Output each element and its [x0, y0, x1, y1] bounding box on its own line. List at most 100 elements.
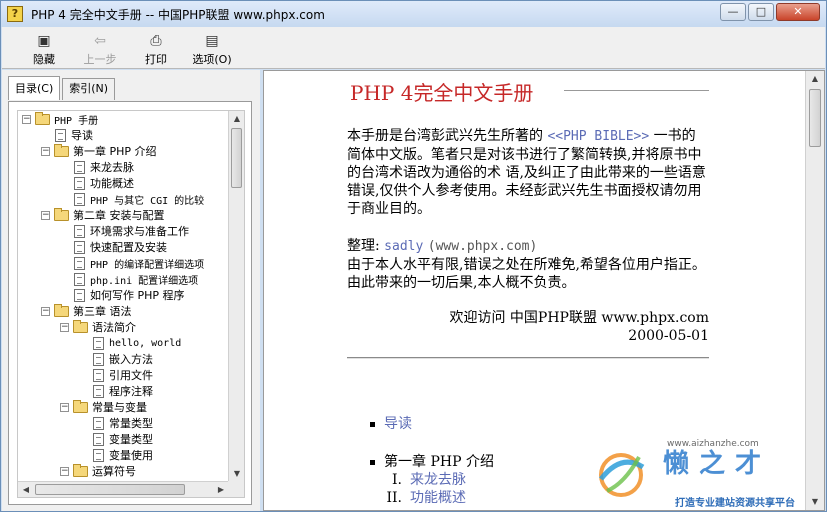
horizontal-scroll-thumb[interactable] — [35, 484, 185, 495]
tree-item-label: hello, world — [109, 337, 182, 349]
nav-tabs: 目录(C) 索引(N) — [8, 76, 117, 100]
collapse-icon[interactable]: − — [60, 466, 69, 476]
content-scroll-thumb[interactable] — [809, 89, 821, 147]
scroll-down-icon[interactable]: ▼ — [229, 466, 244, 482]
toc-numeral: I. — [392, 472, 402, 488]
editor-label: 整理: — [347, 238, 385, 254]
tree-item-label: 第一章 PHP 介绍 — [73, 145, 157, 158]
table-of-contents: 导读 第一章 PHP 介绍 I. 来龙去脉 II. 功能概述 — [370, 415, 494, 507]
tree-page-item[interactable]: 变量类型 — [18, 431, 229, 447]
watermark-logo-icon — [599, 453, 645, 497]
tree-vertical-scrollbar[interactable]: ▲ ▼ — [228, 111, 244, 482]
editor-site: (www.phpx.com) — [427, 239, 538, 254]
options-icon: ▤ — [205, 33, 219, 49]
tree-page-item[interactable]: 来龙去脉 — [18, 159, 229, 175]
tree-page-item[interactable]: PHP 与其它 CGI 的比较 — [18, 191, 229, 207]
toc-chapter1-label: 第一章 PHP 介绍 — [384, 454, 494, 470]
page-icon — [74, 240, 85, 254]
scroll-corner — [228, 481, 244, 497]
tree-page-item[interactable]: 程序注释 — [18, 383, 229, 399]
collapse-icon[interactable]: − — [41, 146, 50, 156]
print-button[interactable]: ⎙ 打印 — [128, 27, 184, 67]
folder-open-icon — [54, 207, 69, 221]
php-bible-link[interactable]: <<PHP BIBLE>> — [547, 129, 649, 144]
tree-page-item[interactable]: 常量类型 — [18, 415, 229, 431]
tree-folder-item[interactable]: − PHP 手册 — [18, 111, 229, 127]
hide-button[interactable]: ▣ 隐藏 — [16, 27, 72, 67]
tree-item-label: 嵌入方法 — [109, 353, 153, 366]
tree-folder-item[interactable]: − 第二章 安装与配置 — [18, 207, 229, 223]
minimize-icon[interactable]: — — [720, 3, 746, 21]
back-arrow-icon: ⇦ — [94, 33, 106, 49]
scroll-right-icon[interactable]: ▶ — [213, 482, 229, 497]
tree-folder-item[interactable]: − 运算符号 — [18, 463, 229, 479]
close-icon[interactable]: ✕ — [776, 3, 820, 21]
collapse-icon[interactable]: − — [60, 402, 69, 412]
scroll-thumb[interactable] — [231, 128, 242, 188]
tree-page-item[interactable]: hello, world — [18, 335, 229, 351]
scroll-up-icon[interactable]: ▲ — [807, 71, 823, 87]
scroll-up-icon[interactable]: ▲ — [229, 111, 244, 127]
tree-page-item[interactable]: 变量使用 — [18, 447, 229, 463]
collapse-icon[interactable]: − — [60, 322, 69, 332]
tree-folder-item[interactable]: − 第三章 语法 — [18, 303, 229, 319]
toc-subitem: II. 功能概述 — [370, 489, 494, 507]
collapse-icon[interactable]: − — [41, 306, 50, 316]
tree-folder-item[interactable]: − 第一章 PHP 介绍 — [18, 143, 229, 159]
publish-date: 2000-05-01 — [628, 328, 709, 344]
section-divider — [347, 357, 709, 359]
tree-page-item[interactable]: 环境需求与准备工作 — [18, 223, 229, 239]
page-icon — [74, 272, 85, 286]
collapse-icon[interactable]: − — [22, 114, 31, 124]
toc-link-intro[interactable]: 导读 — [384, 415, 412, 433]
tree-item-label: 导读 — [71, 129, 93, 142]
tree-folder-item[interactable]: − 常量与变量 — [18, 399, 229, 415]
toc-link-origin[interactable]: 来龙去脉 — [410, 471, 466, 489]
maximize-icon[interactable]: □ — [748, 3, 774, 21]
title-bar[interactable]: ? PHP 4 完全中文手册 -- 中国PHP联盟 www.phpx.com —… — [1, 1, 826, 27]
page-icon — [93, 368, 104, 382]
page-icon — [93, 336, 104, 350]
tree-item-label: 如何写作 PHP 程序 — [90, 289, 185, 302]
bullet-icon — [370, 421, 375, 427]
visit-line: 欢迎访问 中国PHP联盟 www.phpx.com — [449, 310, 709, 326]
tree-page-item[interactable]: 引用文件 — [18, 367, 229, 383]
options-button[interactable]: ▤ 选项(O) — [184, 27, 240, 67]
page-icon — [74, 192, 85, 206]
contents-tree: − PHP 手册导读 − 第一章 PHP 介绍 来龙去脉 功能概述 PHP 与其它 CGI … — [18, 111, 229, 482]
tree-page-item[interactable]: 如何写作 PHP 程序 — [18, 287, 229, 303]
tree-page-item[interactable]: PHP 的编译配置详细选项 — [18, 255, 229, 271]
folder-open-icon — [54, 303, 69, 317]
tab-contents[interactable]: 目录(C) — [8, 76, 61, 100]
back-button[interactable]: ⇦ 上一步 — [72, 27, 128, 67]
page-icon — [74, 256, 85, 270]
page-icon — [74, 176, 85, 190]
visit-block: 欢迎访问 中国PHP联盟 www.phpx.com 2000-05-01 — [347, 309, 709, 345]
tree-item-label: PHP 的编译配置详细选项 — [90, 259, 205, 271]
page-icon — [55, 128, 66, 142]
tab-index[interactable]: 索引(N) — [62, 78, 116, 100]
tree-item-label: 快速配置及安装 — [90, 241, 167, 254]
folder-open-icon — [73, 319, 88, 333]
bullet-icon — [370, 459, 375, 465]
tree-page-item[interactable]: 嵌入方法 — [18, 351, 229, 367]
toc-numeral: II. — [386, 490, 402, 506]
title-rule — [564, 90, 709, 91]
tree-page-item[interactable]: 功能概述 — [18, 175, 229, 191]
page-icon — [74, 160, 85, 174]
tree-item-label: 引用文件 — [109, 369, 153, 382]
tree-item-label: 来龙去脉 — [90, 161, 134, 174]
collapse-icon[interactable]: − — [41, 210, 50, 220]
site-watermark: www.aizhanzhe.com 懒之才 打造专业建站资源共享平台 — [589, 439, 825, 511]
tree-horizontal-scrollbar[interactable]: ◀ ▶ — [18, 481, 229, 497]
tree-page-item[interactable]: 导读 — [18, 127, 229, 143]
tree-folder-item[interactable]: − 语法简介 — [18, 319, 229, 335]
toc-link-features[interactable]: 功能概述 — [410, 489, 466, 507]
tree-item-label: 变量类型 — [109, 433, 153, 446]
tree-page-item[interactable]: 快速配置及安装 — [18, 239, 229, 255]
page-icon — [93, 352, 104, 366]
scroll-left-icon[interactable]: ◀ — [18, 482, 34, 497]
help-window: ? PHP 4 完全中文手册 -- 中国PHP联盟 www.phpx.com —… — [0, 0, 827, 512]
editor-name-link[interactable]: sadly — [384, 239, 423, 254]
tree-page-item[interactable]: php.ini 配置详细选项 — [18, 271, 229, 287]
